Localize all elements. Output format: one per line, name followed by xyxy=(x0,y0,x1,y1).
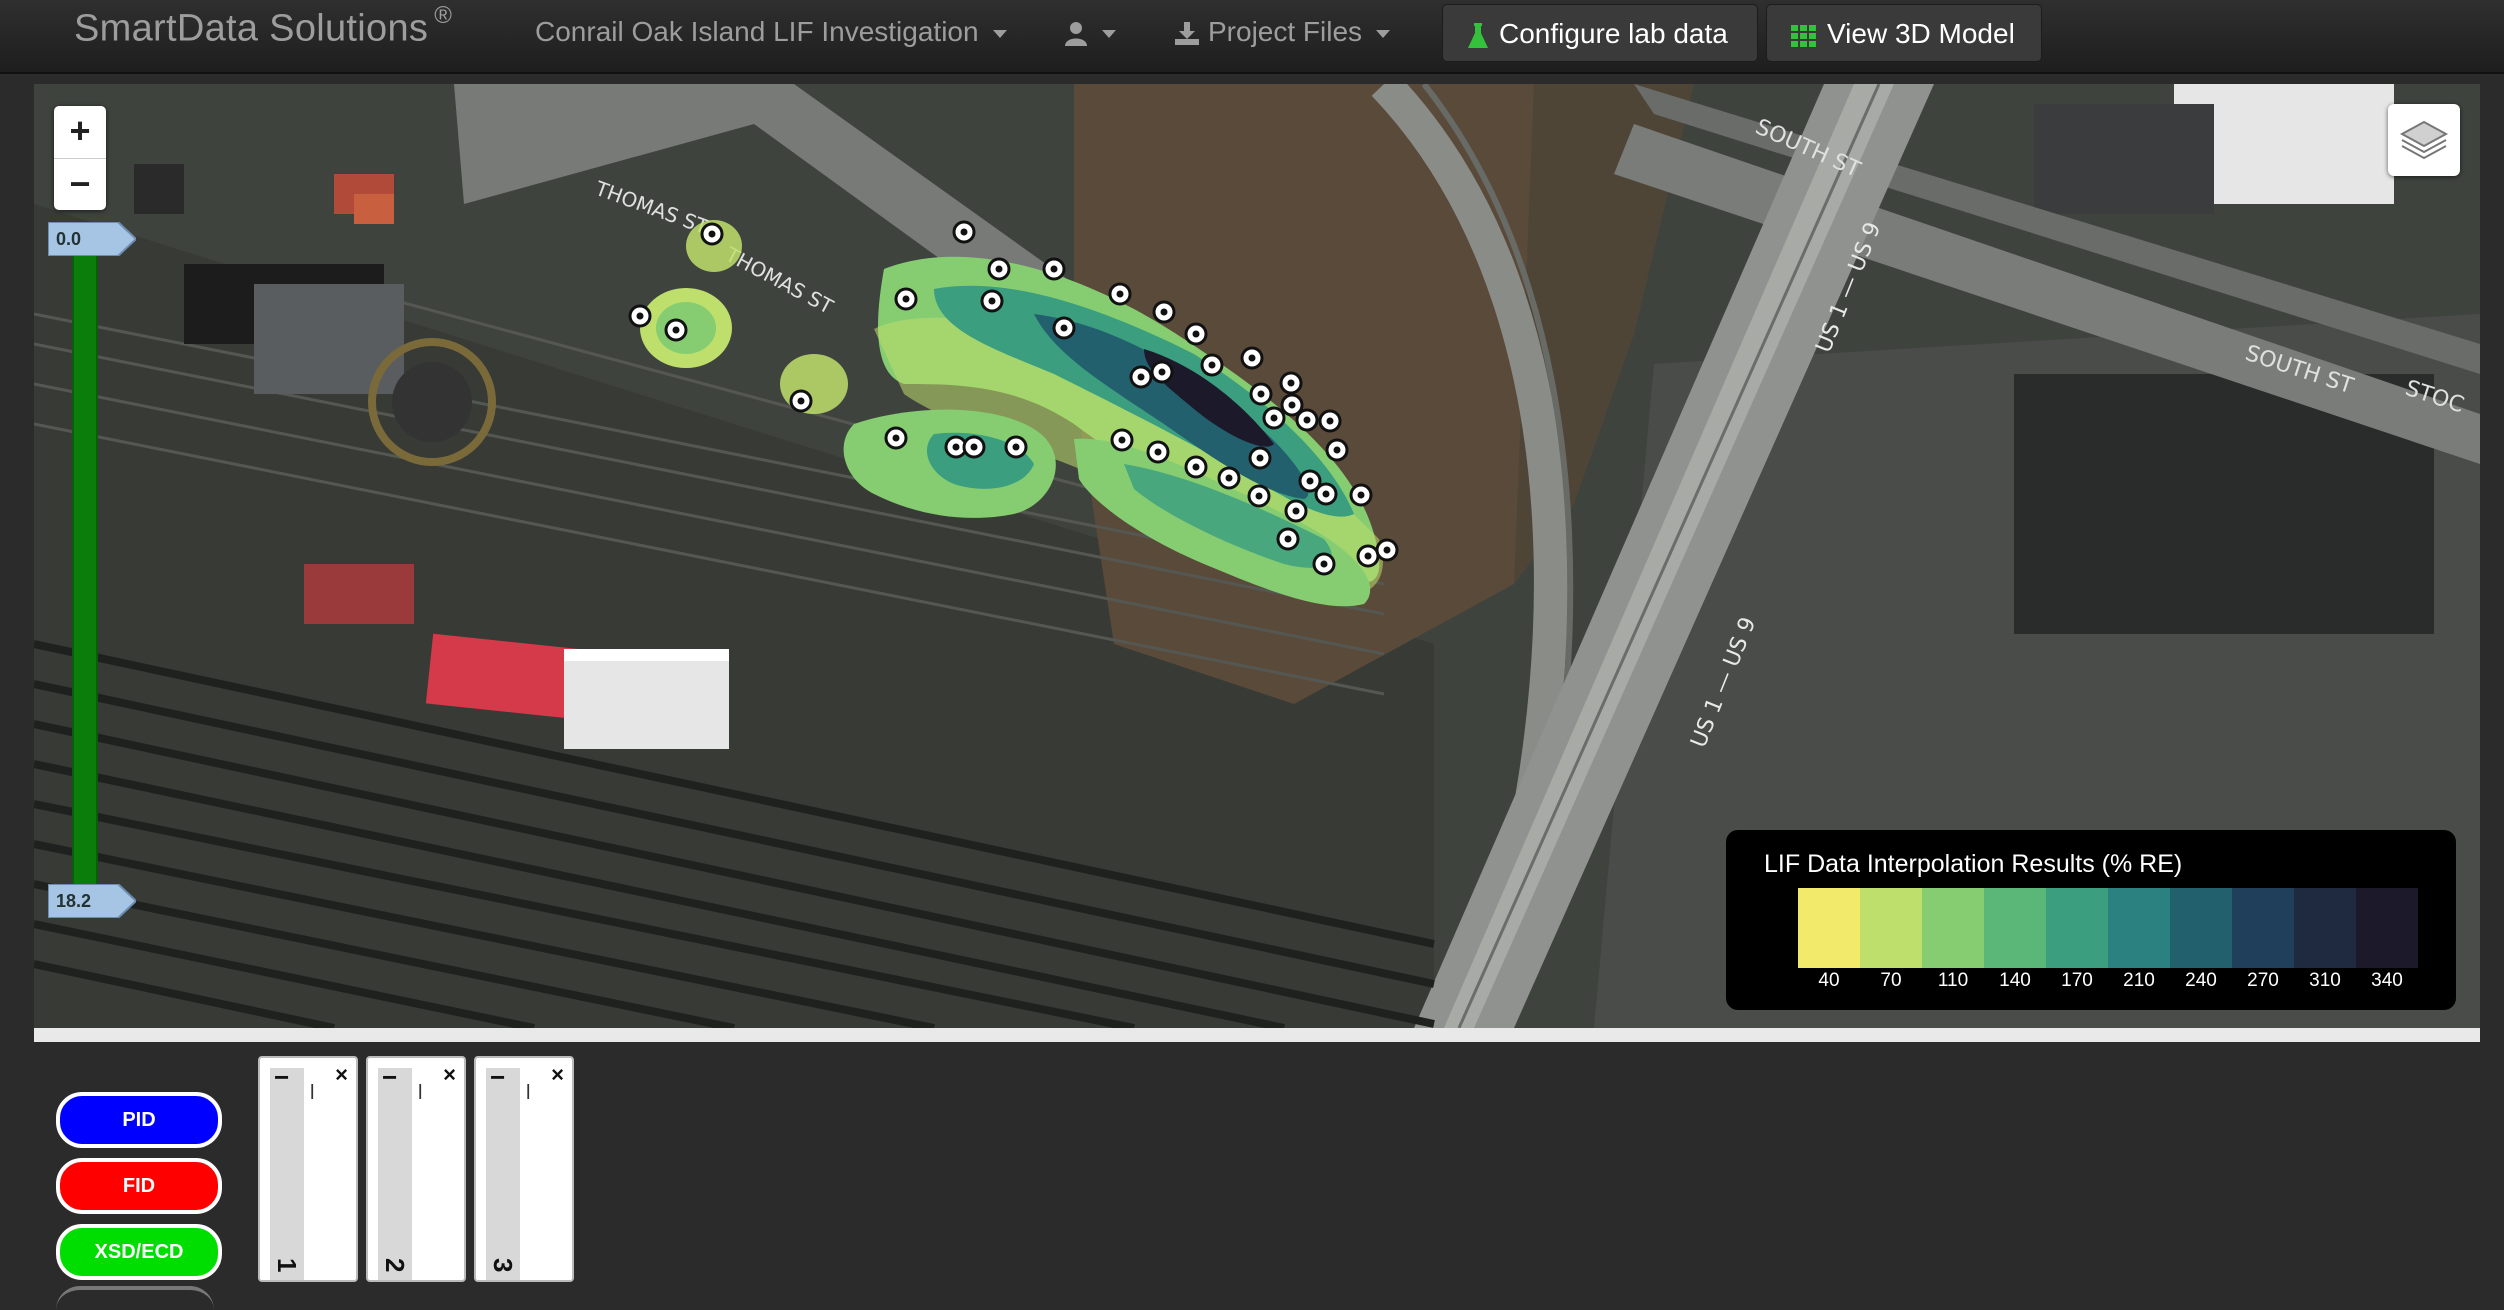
chevron-down-icon xyxy=(1376,29,1391,38)
legend-label: 140 xyxy=(1999,970,2031,991)
fid-button[interactable]: FID xyxy=(56,1158,222,1214)
close-button[interactable]: × xyxy=(335,1062,348,1088)
boring-log-strip xyxy=(270,1068,304,1280)
legend-swatch xyxy=(2356,888,2418,968)
zoom-control: + − xyxy=(54,106,106,210)
legend-label: 170 xyxy=(2061,970,2093,991)
collapse-button[interactable]: − xyxy=(490,1064,505,1090)
legend-swatch xyxy=(1922,888,1984,968)
legend-label: 210 xyxy=(2123,970,2155,991)
legend-swatch xyxy=(1798,888,1860,968)
collapse-button[interactable]: − xyxy=(382,1064,397,1090)
user-icon xyxy=(1065,21,1087,46)
depth-slider-track[interactable] xyxy=(72,236,98,894)
registered-mark: ® xyxy=(434,2,453,29)
legend-swatch xyxy=(2108,888,2170,968)
project-files-label: Project Files xyxy=(1208,16,1363,47)
close-button[interactable]: × xyxy=(551,1062,564,1088)
boring-card-label: l xyxy=(310,1082,315,1104)
boring-number: 3 xyxy=(488,1258,518,1273)
boring-card-1[interactable]: − l × 1 xyxy=(258,1056,358,1282)
panel-divider[interactable] xyxy=(34,1028,2480,1042)
download-icon xyxy=(1175,21,1199,45)
legend-label: 340 xyxy=(2371,970,2403,991)
project-menu-label: Conrail Oak Island LIF Investigation xyxy=(535,16,979,47)
legend-title: LIF Data Interpolation Results (% RE) xyxy=(1764,850,2183,878)
legend-swatch xyxy=(2294,888,2356,968)
lif-legend: LIF Data Interpolation Results (% RE) 40… xyxy=(1726,830,2456,1010)
depth-slider-bottom-handle[interactable]: 18.2 xyxy=(48,884,136,918)
boring-card-3[interactable]: − l × 3 xyxy=(474,1056,574,1282)
chevron-down-icon xyxy=(992,29,1007,38)
boring-card-label: l xyxy=(526,1082,531,1104)
brand-logo[interactable]: SmartData Solutions ® xyxy=(74,2,452,51)
depth-bottom-label: 18.2 xyxy=(56,891,92,911)
legend-swatch xyxy=(2046,888,2108,968)
boring-card-2[interactable]: − l × 2 xyxy=(366,1056,466,1282)
legend-swatch xyxy=(1984,888,2046,968)
flask-icon xyxy=(1468,22,1488,48)
xsd-ecd-button[interactable]: XSD/ECD xyxy=(56,1224,222,1280)
legend-label: 70 xyxy=(1880,970,1902,991)
legend-label: 40 xyxy=(1818,970,1840,991)
legend-label: 110 xyxy=(1937,970,1969,991)
chevron-down-icon xyxy=(1102,29,1116,38)
project-files-menu[interactable]: Project Files xyxy=(1174,0,1391,66)
legend-swatch xyxy=(2170,888,2232,968)
next-detector-button[interactable] xyxy=(56,1286,214,1310)
boring-number: 2 xyxy=(380,1258,410,1273)
legend-swatch xyxy=(1860,888,1922,968)
legend-color-scale xyxy=(1798,888,2418,968)
user-menu[interactable] xyxy=(1064,0,1116,66)
brand-name: SmartData Solutions xyxy=(74,7,429,50)
layers-button[interactable] xyxy=(2388,104,2460,176)
legend-label: 310 xyxy=(2309,970,2341,991)
legend-swatch xyxy=(2232,888,2294,968)
configure-lab-data-label: Configure lab data xyxy=(1499,18,1728,49)
boring-log-strip xyxy=(486,1068,520,1280)
view-3d-model-button[interactable]: View 3D Model xyxy=(1766,4,2042,62)
project-menu[interactable]: Conrail Oak Island LIF Investigation xyxy=(535,0,1007,66)
legend-label: 270 xyxy=(2247,970,2279,991)
view-3d-model-label: View 3D Model xyxy=(1827,18,2015,49)
boring-card-label: l xyxy=(418,1082,423,1104)
boring-log-strip xyxy=(378,1068,412,1280)
close-button[interactable]: × xyxy=(443,1062,456,1088)
zoom-in-button[interactable]: + xyxy=(54,106,106,159)
grid-icon xyxy=(1791,24,1816,47)
navbar: SmartData Solutions ® Conrail Oak Island … xyxy=(0,0,2504,74)
pid-button[interactable]: PID xyxy=(56,1092,222,1148)
collapse-button[interactable]: − xyxy=(274,1064,289,1090)
boring-number: 1 xyxy=(272,1258,302,1273)
satellite-map[interactable]: THOMAS ST THOMAS ST SOUTH ST SOUTH ST ST… xyxy=(34,84,2480,1028)
configure-lab-data-button[interactable]: Configure lab data xyxy=(1442,4,1758,62)
bottom-panel: PID FID XSD/ECD − l × 1 − l × 2 − l × 3 xyxy=(34,1042,2480,1298)
legend-label: 240 xyxy=(2185,970,2217,991)
zoom-out-button[interactable]: − xyxy=(54,159,106,211)
depth-top-label: 0.0 xyxy=(56,229,82,249)
layers-icon xyxy=(2399,120,2449,160)
legend-labels: 40 70 110 140 170 210 240 270 310 340 xyxy=(1798,970,2418,992)
depth-slider-top-handle[interactable]: 0.0 xyxy=(48,222,136,256)
